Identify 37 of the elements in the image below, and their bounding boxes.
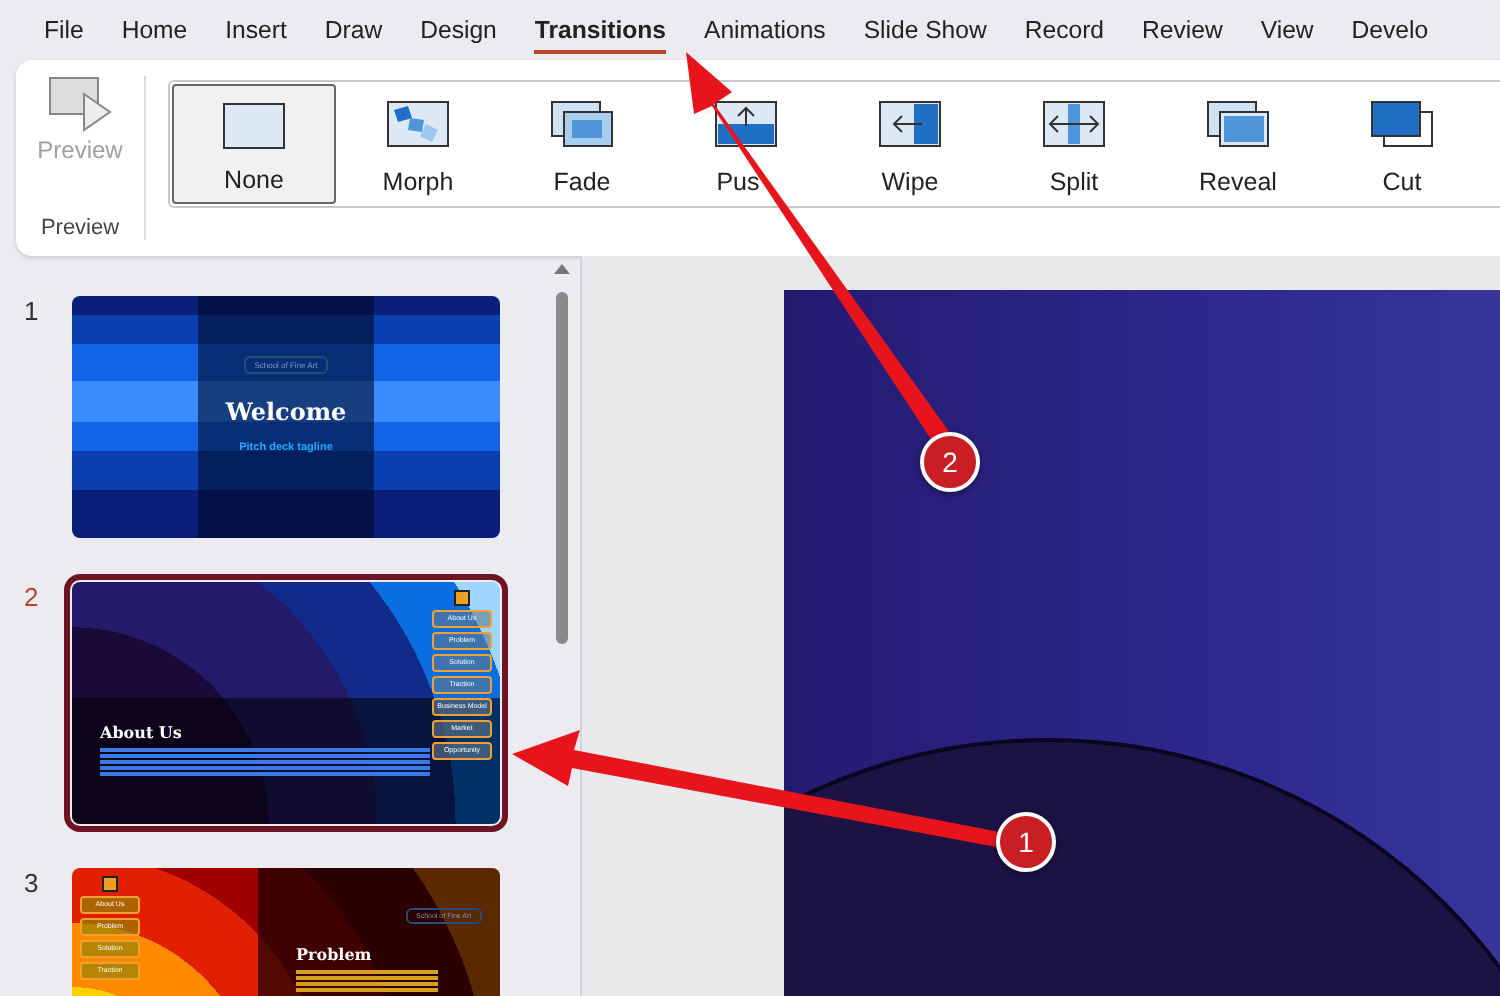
transition-option[interactable]: Wipe xyxy=(828,84,992,204)
slide-number: 2 xyxy=(22,582,41,616)
morph-transition-icon xyxy=(386,100,450,148)
transition-option[interactable]: None xyxy=(172,84,336,204)
transition-option[interactable]: Split xyxy=(992,84,1156,204)
slide-number: 3 xyxy=(22,868,41,902)
slide-number: 1 xyxy=(22,296,41,330)
ribbon-tab[interactable]: Develo xyxy=(1351,7,1429,53)
ribbon-tab[interactable]: Record xyxy=(1024,7,1105,53)
slide-title: Welcome xyxy=(225,398,347,426)
logo-icon xyxy=(454,590,470,606)
transition-option[interactable]: Reveal xyxy=(1156,84,1320,204)
transition-option[interactable]: Fade xyxy=(500,84,664,204)
ribbon-tab[interactable]: Home xyxy=(121,7,188,53)
ribbon-tab[interactable]: Design xyxy=(420,7,497,53)
ribbon-tab[interactable]: Review xyxy=(1142,7,1223,53)
ribbon-tab[interactable]: Transitions xyxy=(534,7,666,53)
wipe-transition-icon xyxy=(878,100,942,148)
none-transition-icon xyxy=(222,102,286,150)
transition-option[interactable]: Morph xyxy=(336,84,500,204)
logo-icon xyxy=(102,876,118,892)
ribbon-tab[interactable]: Insert xyxy=(225,7,287,53)
ribbon-tab[interactable]: File xyxy=(44,7,84,53)
cut-transition-icon xyxy=(1370,100,1434,148)
transition-option[interactable]: Cut xyxy=(1320,84,1484,204)
ribbon-tab[interactable]: Draw xyxy=(324,7,383,53)
transition-option[interactable]: Pus xyxy=(664,84,828,204)
reveal-transition-icon xyxy=(1206,100,1270,148)
slide-title: Problem xyxy=(296,944,374,964)
fade-transition-icon xyxy=(550,100,614,148)
ribbon-tab[interactable]: View xyxy=(1260,7,1314,53)
group-label: Preview xyxy=(40,216,120,240)
push-transition-icon xyxy=(714,100,778,148)
ribbon-tab[interactable]: Animations xyxy=(704,7,826,53)
slide-title: About Us xyxy=(100,722,184,742)
split-transition-icon xyxy=(1042,100,1106,148)
ribbon-tab[interactable]: Slide Show xyxy=(863,7,987,53)
